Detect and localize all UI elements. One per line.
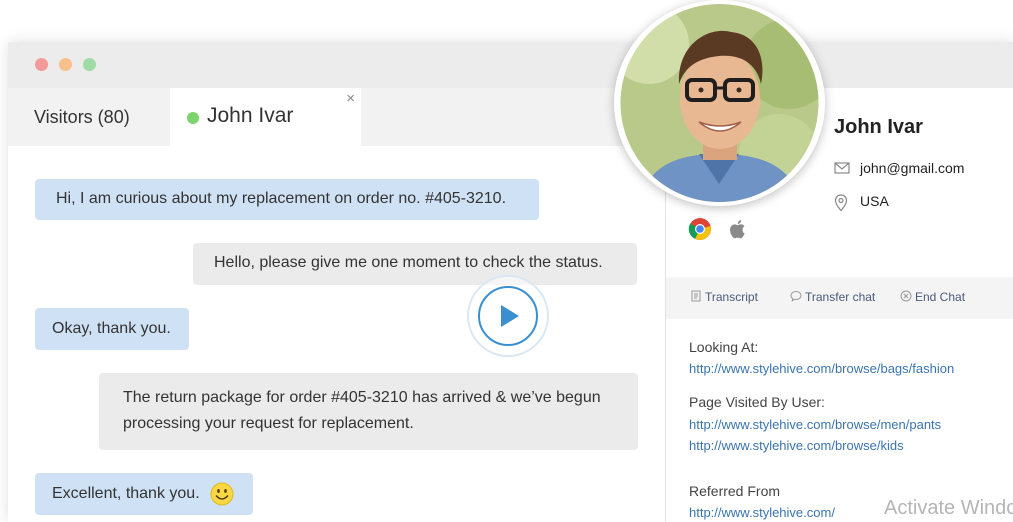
page-visited-link[interactable]: http://www.stylehive.com/browse/men/pant… bbox=[689, 417, 941, 432]
email-text: john@gmail.com bbox=[860, 160, 965, 176]
chat-action-bar: Transcript Transfer chat End Chat bbox=[666, 277, 1013, 319]
message-visitor: Okay, thank you. bbox=[35, 308, 189, 350]
transcript-button[interactable]: Transcript bbox=[690, 290, 758, 304]
message-agent: The return package for order #405-3210 h… bbox=[99, 373, 638, 450]
end-chat-label: End Chat bbox=[915, 290, 966, 304]
play-video-button[interactable] bbox=[457, 275, 559, 357]
panel-divider bbox=[665, 146, 666, 522]
visitor-avatar bbox=[614, 0, 825, 206]
profile-name: John Ivar bbox=[834, 116, 923, 138]
message-text: Excellent, thank you. bbox=[52, 485, 200, 502]
maximize-window-button[interactable] bbox=[83, 58, 96, 71]
referred-from-link[interactable]: http://www.stylehive.com/ bbox=[689, 505, 835, 520]
close-tab-icon[interactable]: × bbox=[346, 90, 355, 107]
transfer-chat-label: Transfer chat bbox=[805, 290, 876, 304]
transfer-chat-button[interactable]: Transfer chat bbox=[790, 290, 875, 304]
page-visited-link[interactable]: http://www.stylehive.com/browse/kids bbox=[689, 438, 904, 453]
message-agent: Hello, please give me one moment to chec… bbox=[193, 243, 637, 285]
profile-country: USA bbox=[834, 193, 889, 212]
close-window-button[interactable] bbox=[35, 58, 48, 71]
looking-at-label: Looking At: bbox=[689, 339, 759, 355]
message-visitor: Hi, I am curious about my replacement on… bbox=[35, 179, 539, 220]
title-bar bbox=[8, 42, 1013, 88]
country-text: USA bbox=[860, 193, 889, 209]
transcript-icon bbox=[690, 290, 702, 302]
end-chat-button[interactable]: End Chat bbox=[900, 290, 965, 304]
activation-watermark: Activate Windo bbox=[884, 497, 1013, 519]
chat-bubble-icon bbox=[790, 290, 802, 302]
minimize-window-button[interactable] bbox=[59, 58, 72, 71]
message-visitor: Excellent, thank you. bbox=[35, 473, 253, 515]
looking-at-link[interactable]: http://www.stylehive.com/browse/bags/fas… bbox=[689, 361, 954, 376]
tab-chat-name: John Ivar bbox=[207, 104, 294, 127]
tab-bar: Visitors (80) John Ivar × bbox=[8, 88, 666, 146]
pages-visited-label: Page Visited By User: bbox=[689, 394, 825, 410]
chrome-icon bbox=[688, 217, 712, 241]
close-circle-icon bbox=[900, 290, 912, 302]
profile-email: john@gmail.com bbox=[834, 160, 964, 177]
online-status-icon bbox=[187, 112, 199, 124]
transcript-label: Transcript bbox=[705, 290, 758, 304]
referred-from-label: Referred From bbox=[689, 483, 781, 499]
smiley-icon bbox=[210, 482, 234, 506]
apple-icon bbox=[726, 217, 750, 241]
tab-active-chat[interactable]: John Ivar × bbox=[170, 88, 361, 146]
visitor-environment-icons bbox=[688, 217, 760, 246]
tab-visitors[interactable]: Visitors (80) bbox=[34, 107, 130, 128]
envelope-icon bbox=[834, 161, 852, 177]
location-pin-icon bbox=[834, 194, 852, 212]
